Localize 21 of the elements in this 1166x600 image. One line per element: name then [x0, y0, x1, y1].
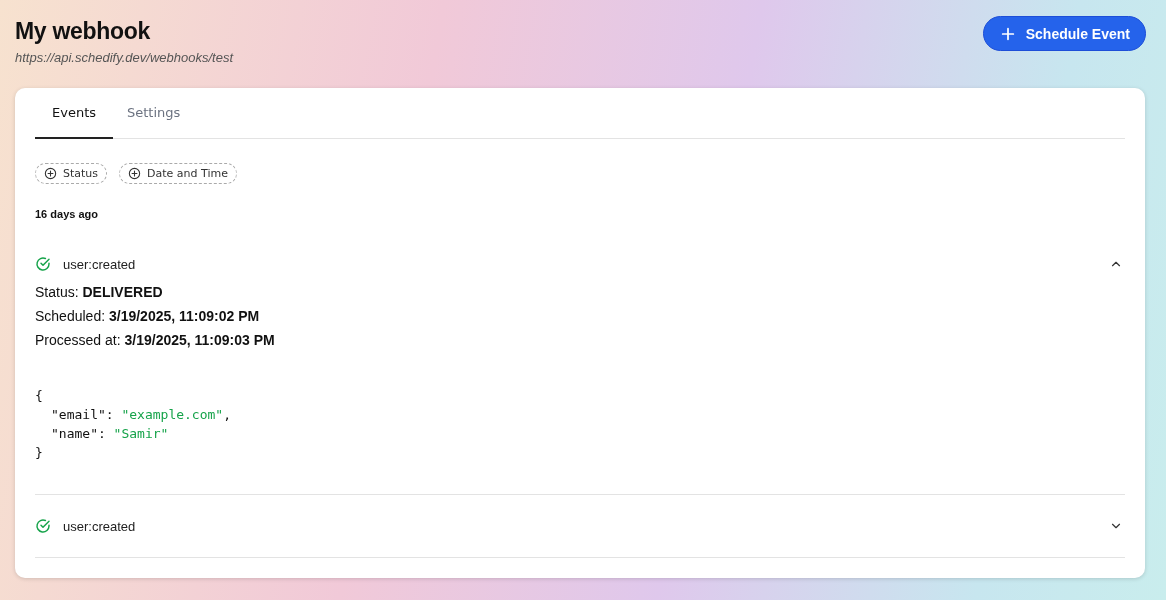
filter-chip[interactable]: Date and Time: [119, 163, 237, 184]
plus-circle-icon: [44, 167, 57, 180]
group-label: 16 days ago: [35, 208, 99, 220]
filter-chip[interactable]: Status: [35, 163, 108, 184]
check-circle-icon: [35, 256, 51, 272]
detail-line: Status: DELIVERED: [35, 284, 164, 300]
page-title: My webhook: [15, 20, 151, 43]
check-circle-icon: [35, 518, 51, 534]
schedule-event-button[interactable]: Schedule Event: [982, 16, 1146, 51]
event-name: user:created: [63, 518, 137, 534]
plus-circle-icon: [128, 167, 142, 180]
event-name: user:created: [63, 256, 137, 272]
webhook-url: https://api.schedify.dev/webhooks/test: [15, 50, 233, 65]
event-row[interactable]: user:created: [35, 495, 1125, 557]
detail-line: Processed at: 3/19/2025, 11:09:03 PM: [35, 332, 276, 348]
detail-line: Scheduled: 3/19/2025, 11:09:02 PM: [35, 308, 261, 324]
tab[interactable]: Events: [35, 88, 113, 139]
event-row[interactable]: user:created: [35, 250, 1125, 278]
tab[interactable]: Settings: [113, 88, 195, 139]
payload-code: { "email": "example.com", "name": "Samir" }: [35, 387, 231, 462]
plus-icon: [999, 25, 1016, 42]
